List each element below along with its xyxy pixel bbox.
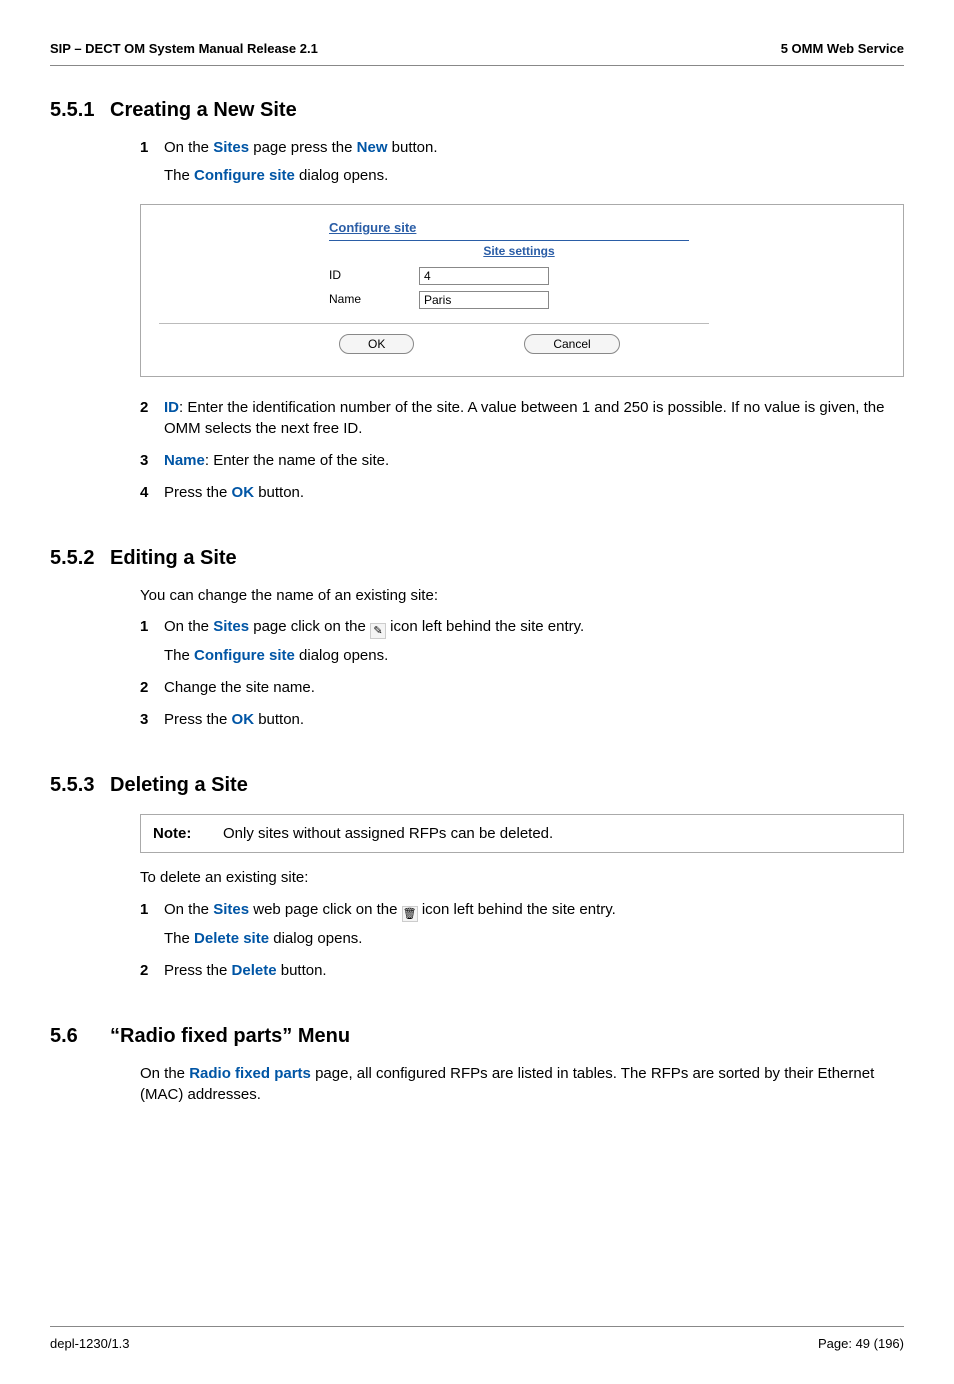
text: : Enter the name of the site. — [205, 452, 389, 469]
footer-right: Page: 49 (196) — [818, 1335, 904, 1354]
text: The — [164, 930, 194, 947]
ok-button[interactable]: OK — [339, 334, 414, 354]
dialog-name: Configure site — [194, 167, 295, 184]
list-item: 1 On the Sites page press the New button… — [140, 137, 904, 187]
list-item: 2 Press the Delete button. — [140, 960, 904, 982]
text: dialog opens. — [295, 167, 388, 184]
edit-icon: ✎ — [370, 623, 386, 639]
section-number: 5.5.1 — [50, 96, 110, 125]
text: Press the — [164, 962, 232, 979]
page-header: SIP – DECT OM System Manual Release 2.1 … — [50, 40, 904, 66]
list-item: 1 On the Sites web page click on the 🗑 i… — [140, 899, 904, 950]
text: dialog opens. — [295, 647, 388, 664]
text: web page click on the — [249, 901, 402, 918]
form-row-id: ID — [329, 267, 709, 285]
section-551-heading: 5.5.1 Creating a New Site — [50, 96, 904, 125]
link-sites: Sites — [213, 618, 249, 635]
input-name[interactable] — [419, 291, 549, 309]
link-sites: Sites — [213, 139, 249, 156]
section-title: Editing a Site — [110, 544, 237, 573]
paragraph: On the Radio fixed parts page, all confi… — [140, 1063, 904, 1107]
delete-ref: Delete — [232, 962, 277, 979]
label-id: ID — [329, 267, 419, 284]
step-number: 1 — [140, 899, 164, 950]
text: page click on the — [249, 618, 370, 635]
text: dialog opens. — [269, 930, 362, 947]
list-item: 4 Press the OK button. — [140, 482, 904, 504]
text: The — [164, 167, 194, 184]
section-number: 5.6 — [50, 1022, 110, 1051]
text: page press the — [249, 139, 357, 156]
intro-text: To delete an existing site: — [140, 867, 904, 889]
input-id[interactable] — [419, 267, 549, 285]
page-footer: depl-1230/1.3 Page: 49 (196) — [50, 1326, 904, 1354]
note-label: Note: — [153, 823, 223, 845]
text: button. — [387, 139, 437, 156]
section-56-heading: 5.6 “Radio fixed parts” Menu — [50, 1022, 904, 1051]
text: The — [164, 647, 194, 664]
footer-left: depl-1230/1.3 — [50, 1335, 130, 1354]
list-item: 3 Name: Enter the name of the site. — [140, 450, 904, 472]
cancel-button[interactable]: Cancel — [524, 334, 619, 354]
note-text: Only sites without assigned RFPs can be … — [223, 823, 553, 845]
ok-ref: OK — [232, 484, 255, 501]
form-row-name: Name — [329, 291, 709, 309]
dialog-subhead: Site settings — [329, 243, 709, 260]
text: On the — [164, 618, 213, 635]
step-number: 2 — [140, 960, 164, 982]
step-number: 1 — [140, 616, 164, 667]
text: button. — [277, 962, 327, 979]
text: Change the site name. — [164, 677, 904, 699]
intro-text: You can change the name of an existing s… — [140, 585, 904, 607]
text: button. — [254, 711, 304, 728]
list-item: 2 Change the site name. — [140, 677, 904, 699]
text: Press the — [164, 484, 232, 501]
text: : Enter the identification number of the… — [164, 399, 884, 438]
list-item: 2 ID: Enter the identification number of… — [140, 397, 904, 441]
step-number: 2 — [140, 397, 164, 441]
section-title: Creating a New Site — [110, 96, 297, 125]
configure-site-dialog: Configure site Site settings ID Name OK … — [140, 204, 904, 376]
text: Press the — [164, 711, 232, 728]
section-number: 5.5.3 — [50, 771, 110, 800]
link-radio-fixed-parts: Radio fixed parts — [189, 1065, 311, 1082]
step-number: 3 — [140, 709, 164, 731]
step-number: 3 — [140, 450, 164, 472]
link-new: New — [357, 139, 388, 156]
text: On the — [164, 901, 213, 918]
step-number: 4 — [140, 482, 164, 504]
list-item: 1 On the Sites page click on the ✎ icon … — [140, 616, 904, 667]
dialog-title: Configure site — [329, 219, 416, 238]
field-id: ID — [164, 399, 179, 416]
text: On the — [140, 1065, 189, 1082]
section-title: Deleting a Site — [110, 771, 248, 800]
dialog-name: Configure site — [194, 647, 295, 664]
section-553-heading: 5.5.3 Deleting a Site — [50, 771, 904, 800]
step-number: 1 — [140, 137, 164, 187]
link-sites: Sites — [213, 901, 249, 918]
list-item: 3 Press the OK button. — [140, 709, 904, 731]
trash-icon: 🗑 — [402, 906, 418, 922]
section-552-heading: 5.5.2 Editing a Site — [50, 544, 904, 573]
section-number: 5.5.2 — [50, 544, 110, 573]
text: button. — [254, 484, 304, 501]
text: On the — [164, 139, 213, 156]
note-box: Note: Only sites without assigned RFPs c… — [140, 814, 904, 854]
header-right: 5 OMM Web Service — [781, 40, 904, 59]
text: icon left behind the site entry. — [418, 901, 616, 918]
header-left: SIP – DECT OM System Manual Release 2.1 — [50, 40, 318, 59]
text: icon left behind the site entry. — [386, 618, 584, 635]
step-number: 2 — [140, 677, 164, 699]
field-name: Name — [164, 452, 205, 469]
label-name: Name — [329, 291, 419, 308]
section-title: “Radio fixed parts” Menu — [110, 1022, 350, 1051]
dialog-name: Delete site — [194, 930, 269, 947]
ok-ref: OK — [232, 711, 255, 728]
